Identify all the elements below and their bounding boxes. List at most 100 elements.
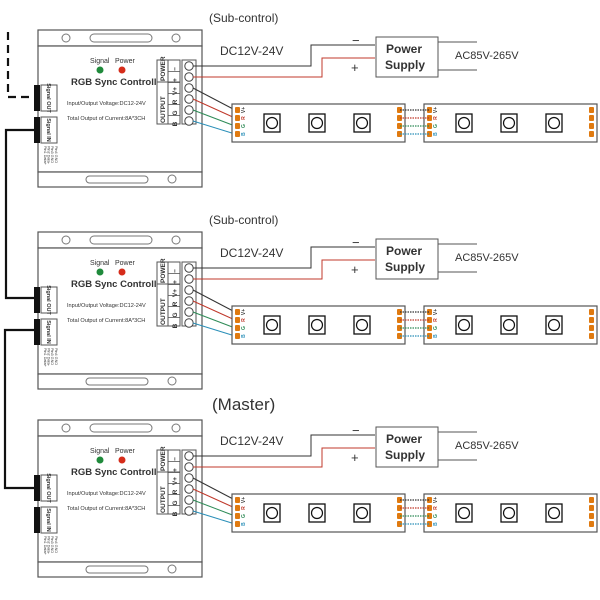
pin-label-4: Pin4 GND <box>54 146 58 163</box>
power-group-label: POWER <box>160 258 167 283</box>
output-group-label: OUTPUT <box>160 96 167 123</box>
controller-title: RGB Sync Controller <box>71 467 166 478</box>
strip-pin-label: B <box>433 522 439 526</box>
power-led-label: Power <box>115 260 136 267</box>
signal-led-label: Signal <box>90 260 110 267</box>
solder-pad <box>235 131 240 137</box>
signal-cable-incoming <box>6 32 34 99</box>
strip-pin-label: V+ <box>241 497 247 503</box>
smd-led-lens <box>310 116 324 130</box>
strip-pin-label: G <box>433 124 439 128</box>
signal-cable-1 <box>4 128 34 300</box>
strip-pin-label: B <box>433 334 439 338</box>
terminal-label-1: + <box>172 280 179 284</box>
screw-terminal-icon <box>184 61 194 71</box>
mount-slot <box>85 175 149 184</box>
smd-led-lens <box>355 116 369 130</box>
solder-pad <box>589 505 594 511</box>
strip-pin-label: G <box>241 124 247 128</box>
smd-led-lens <box>310 318 324 332</box>
smd-led-lens <box>547 506 561 520</box>
smd-led-lens <box>547 116 561 130</box>
terminal-label-5: B <box>172 323 179 328</box>
strip-pin-label: R <box>433 318 439 322</box>
signal-in-plug <box>34 507 40 533</box>
ac-voltage-label: AC85V-265V <box>455 50 519 62</box>
screw-terminal-icon <box>184 506 194 516</box>
strip-pin-label: G <box>241 326 247 330</box>
solder-pad <box>589 123 594 129</box>
smd-led-lens <box>310 506 324 520</box>
current-spec: Total Output of Current:8A*3CH <box>67 116 145 122</box>
role-label-sub-control: (Sub-control) <box>209 11 278 25</box>
solder-pad <box>589 513 594 519</box>
strip-pin-label: R <box>241 318 247 322</box>
positive-wire <box>193 259 375 280</box>
ac-voltage-label: AC85V-265V <box>455 440 519 452</box>
power-led-icon <box>118 66 126 74</box>
voltage-spec: Input/Output Voltage:DC12-24V <box>67 491 146 497</box>
strip-pin-label: B <box>241 522 247 526</box>
pin-label-2: Pin2 Data- <box>47 536 51 555</box>
output-group-label: OUTPUT <box>160 298 167 325</box>
stage-master: Signal Power RGB Sync Controller Input/Outp… <box>34 395 598 578</box>
mount-hole <box>167 376 177 386</box>
mount-slot <box>89 235 153 245</box>
solder-pad <box>235 107 240 113</box>
mount-slot <box>85 377 149 386</box>
solder-pad <box>589 333 594 339</box>
power-led-label: Power <box>115 58 136 65</box>
led-strip-segment: V+ RGB <box>423 103 598 143</box>
voltage-spec: Input/Output Voltage:DC12-24V <box>67 303 146 309</box>
negative-symbol: − <box>352 33 360 48</box>
positive-wire <box>193 57 375 78</box>
mount-hole <box>61 423 71 433</box>
signal-in-label: Signal IN <box>45 508 51 532</box>
strip-pin-label: B <box>433 132 439 136</box>
signal-out-plug <box>34 287 40 313</box>
smd-led-lens <box>265 116 279 130</box>
power-led-label: Power <box>115 448 136 455</box>
signal-cable-2 <box>3 328 34 490</box>
pin-label-4: Pin4 GND <box>54 536 58 553</box>
pin-label-1: Pin1 Data+ <box>43 348 47 368</box>
pin-label-3: Pin3 GND <box>50 348 54 365</box>
screw-terminal-icon <box>184 116 194 126</box>
voltage-spec: Input/Output Voltage:DC12-24V <box>67 101 146 107</box>
power-supply-label-2: Supply <box>385 260 425 274</box>
role-label-sub-control: (Sub-control) <box>209 213 278 227</box>
strip-pin-label: G <box>433 514 439 518</box>
terminal-label-4: G <box>172 500 179 505</box>
positive-symbol: + <box>351 450 359 465</box>
pin-label-1: Pin1 Data+ <box>43 536 47 556</box>
strip-pin-label: B <box>241 334 247 338</box>
smd-led-lens <box>502 116 516 130</box>
solder-pad <box>235 115 240 121</box>
negative-symbol: − <box>352 423 360 438</box>
solder-pad <box>589 107 594 113</box>
controller-title: RGB Sync Controller <box>71 77 166 88</box>
signal-led-label: Signal <box>90 58 110 65</box>
mount-hole <box>61 235 71 245</box>
screw-terminal-icon <box>184 105 194 115</box>
screw-terminal-icon <box>184 495 194 505</box>
pin-label-4: Pin4 GND <box>54 348 58 365</box>
rgb-sync-controller: Signal Power RGB Sync Controller Input/Outp… <box>34 29 203 188</box>
solder-pad <box>235 521 240 527</box>
screw-terminal-icon <box>184 307 194 317</box>
solder-pad <box>589 497 594 503</box>
power-supply-label-1: Power <box>386 244 422 258</box>
positive-symbol: + <box>351 60 359 75</box>
strip-pin-label: V+ <box>433 107 439 113</box>
led-strip-segment: V+ RGB <box>423 305 598 345</box>
dc-voltage-label: DC12V-24V <box>220 246 283 260</box>
negative-symbol: − <box>352 235 360 250</box>
signal-led-label: Signal <box>90 448 110 455</box>
solder-pad <box>235 123 240 129</box>
positive-wire <box>193 447 375 468</box>
wiring-diagram: Signal Power RGB Sync Controller Input/Outp… <box>3 11 598 578</box>
terminal-label-5: B <box>172 121 179 126</box>
output-group-label: OUTPUT <box>160 486 167 513</box>
screw-terminal-icon <box>184 296 194 306</box>
smd-led-lens <box>502 318 516 332</box>
